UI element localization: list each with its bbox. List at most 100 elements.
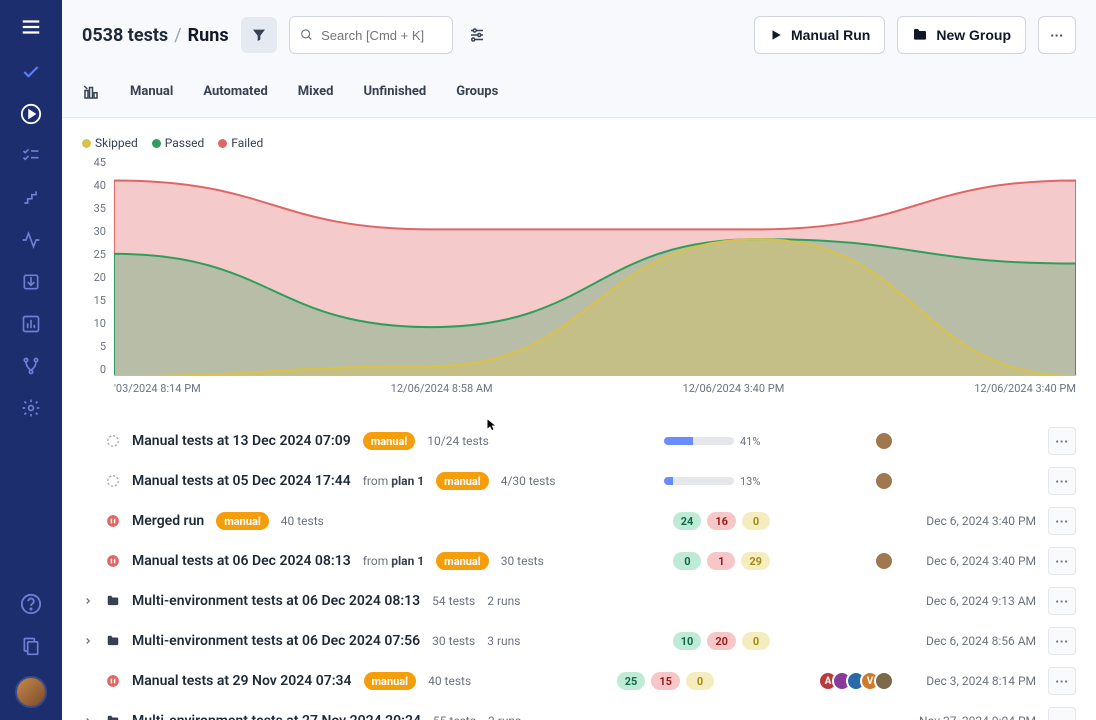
more-button[interactable]: ···: [1038, 16, 1076, 54]
row-more-button[interactable]: ···: [1048, 507, 1076, 535]
ellipsis-icon: ···: [1050, 28, 1063, 43]
x-tick: 12/06/2024 3:40 PM: [683, 382, 785, 395]
settings-sliders-button[interactable]: [465, 23, 489, 47]
import-icon[interactable]: [19, 270, 43, 294]
avatar: [874, 471, 894, 491]
tab-groups[interactable]: Groups: [456, 80, 498, 103]
run-type-tag: manual: [436, 552, 489, 570]
sliders-icon: [468, 26, 486, 44]
run-timestamp: Dec 6, 2024 9:13 AM: [906, 594, 1036, 608]
run-meta: 40 tests: [428, 674, 471, 688]
breadcrumb-root[interactable]: 0538 tests: [82, 25, 168, 46]
row-more-button[interactable]: ···: [1048, 667, 1076, 695]
run-title[interactable]: Manual tests at 05 Dec 2024 17:44: [132, 473, 351, 489]
y-tick: 10: [82, 317, 106, 330]
expand-caret-icon[interactable]: [82, 636, 94, 646]
search-box[interactable]: [289, 16, 453, 54]
x-tick: 12/06/2024 3:40 PM: [974, 382, 1076, 395]
topbar: 0538 tests / Runs Manual Run New Grou: [62, 0, 1096, 70]
result-pills: 10200: [673, 632, 770, 650]
failed-pill: 15: [651, 672, 680, 690]
run-title[interactable]: Multi-environment tests at 06 Dec 2024 0…: [132, 633, 420, 649]
skipped-pill: 0: [686, 672, 714, 690]
run-title[interactable]: Merged run: [132, 513, 204, 529]
x-tick: 12/06/2024 8:58 AM: [391, 382, 493, 395]
search-input[interactable]: [321, 28, 441, 43]
folder-icon: [106, 714, 120, 720]
progress-pct: 41%: [740, 435, 770, 448]
paused-status-icon: [106, 674, 120, 688]
folder-icon: [106, 594, 120, 608]
user-avatar[interactable]: [15, 676, 47, 708]
expand-caret-icon[interactable]: [82, 716, 94, 720]
steps-icon[interactable]: [19, 186, 43, 210]
failed-pill: 20: [707, 632, 736, 650]
row-more-button[interactable]: ···: [1048, 467, 1076, 495]
row-more-button[interactable]: ···: [1048, 547, 1076, 575]
row-more-button[interactable]: ···: [1048, 427, 1076, 455]
pending-status-icon: [106, 434, 120, 448]
run-title[interactable]: Manual tests at 13 Dec 2024 07:09: [132, 433, 351, 449]
checklist-icon[interactable]: [19, 144, 43, 168]
run-meta: 54 tests: [432, 594, 475, 608]
row-more-button[interactable]: ···: [1048, 587, 1076, 615]
result-pills: 0129: [673, 552, 770, 570]
legend-item: Failed: [218, 136, 263, 150]
run-row: Manual tests at 13 Dec 2024 07:09manual1…: [82, 421, 1076, 461]
play-circle-icon[interactable]: [19, 102, 43, 126]
ellipsis-icon: ···: [1055, 634, 1068, 649]
run-type-tag: manual: [363, 432, 416, 450]
assignee-avatars[interactable]: [874, 471, 894, 491]
run-title[interactable]: Multi-environment tests at 06 Dec 2024 0…: [132, 593, 420, 609]
bar-chart-icon[interactable]: [19, 312, 43, 336]
branch-icon[interactable]: [19, 354, 43, 378]
run-source: from plan 1: [363, 554, 424, 568]
chart-toggle-icon[interactable]: [82, 83, 100, 101]
filter-button[interactable]: [241, 17, 277, 53]
tab-automated[interactable]: Automated: [203, 80, 267, 103]
progress-bar: 13%: [664, 475, 770, 488]
progress-bar: 41%: [664, 435, 770, 448]
run-group-row: Multi-environment tests at 27 Nov 2024 2…: [82, 701, 1076, 720]
new-group-label: New Group: [936, 27, 1011, 43]
hamburger-menu-icon[interactable]: [16, 12, 46, 42]
gear-icon[interactable]: [19, 396, 43, 420]
docs-icon[interactable]: [19, 634, 43, 658]
ellipsis-icon: ···: [1055, 514, 1068, 529]
new-group-button[interactable]: New Group: [897, 16, 1026, 54]
legend-label: Skipped: [95, 136, 138, 150]
y-tick: 35: [82, 202, 106, 215]
row-more-button[interactable]: ···: [1048, 707, 1076, 720]
run-title[interactable]: Manual tests at 29 Nov 2024 07:34: [132, 673, 352, 689]
run-timestamp: Dec 6, 2024 3:40 PM: [906, 554, 1036, 568]
run-meta: 3 runs: [488, 714, 521, 720]
pulse-icon[interactable]: [19, 228, 43, 252]
main: 0538 tests / Runs Manual Run New Grou: [62, 0, 1096, 720]
x-tick: '03/2024 8:14 PM: [114, 382, 201, 395]
x-axis: '03/2024 8:14 PM 12/06/2024 8:58 AM 12/06/…: [82, 376, 1076, 405]
y-tick: 40: [82, 179, 106, 192]
run-title[interactable]: Manual tests at 06 Dec 2024 08:13: [132, 553, 351, 569]
pending-status-icon: [106, 474, 120, 488]
failed-pill: 1: [707, 552, 735, 570]
assignee-avatars[interactable]: [874, 551, 894, 571]
run-title[interactable]: Multi-environment tests at 27 Nov 2024 2…: [132, 713, 421, 720]
tab-manual[interactable]: Manual: [130, 80, 173, 103]
chart-plot[interactable]: [114, 156, 1076, 376]
run-row: Merged runmanual40 tests24160Dec 6, 2024…: [82, 501, 1076, 541]
run-group-row: Multi-environment tests at 06 Dec 2024 0…: [82, 621, 1076, 661]
assignee-avatars[interactable]: AV: [818, 671, 894, 691]
skipped-pill: 0: [742, 512, 770, 530]
row-more-button[interactable]: ···: [1048, 627, 1076, 655]
assignee-avatars[interactable]: [874, 431, 894, 451]
folder-plus-icon: [912, 27, 928, 43]
expand-caret-icon[interactable]: [82, 596, 94, 606]
legend-item: Skipped: [82, 136, 138, 150]
help-icon[interactable]: [19, 592, 43, 616]
manual-run-button[interactable]: Manual Run: [754, 16, 885, 54]
tab-mixed[interactable]: Mixed: [298, 80, 334, 103]
check-icon[interactable]: [19, 60, 43, 84]
tab-unfinished[interactable]: Unfinished: [363, 80, 426, 103]
ellipsis-icon: ···: [1055, 554, 1068, 569]
run-timestamp: Dec 6, 2024 3:40 PM: [906, 514, 1036, 528]
